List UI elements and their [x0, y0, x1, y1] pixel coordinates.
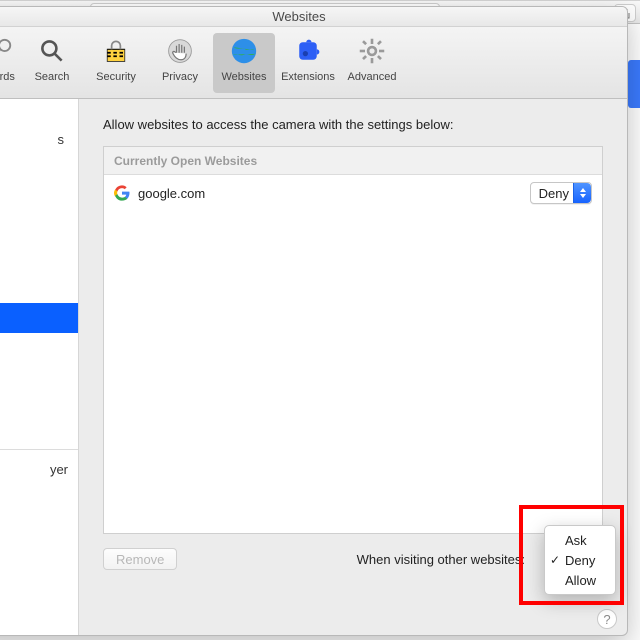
puzzle-icon: [292, 35, 324, 67]
preferences-toolbar: Passwords Search Security Privacy: [0, 27, 627, 99]
panel-heading: Allow websites to access the camera with…: [103, 117, 603, 132]
tab-passwords[interactable]: Passwords: [0, 33, 19, 93]
google-favicon-icon: [114, 185, 130, 201]
window-title: Websites: [272, 9, 325, 24]
websites-list: Currently Open Websites google.com Deny: [103, 146, 603, 534]
tab-security[interactable]: Security: [85, 33, 147, 93]
gear-icon: [356, 35, 388, 67]
lock-stripes-icon: [100, 35, 132, 67]
chevron-updown-icon: [573, 183, 591, 203]
policy-dropdown-menu: Ask Deny Allow: [544, 525, 616, 595]
tab-extensions[interactable]: Extensions: [277, 33, 339, 93]
settings-sidebar: s yer: [0, 99, 79, 635]
sidebar-item[interactable]: s: [0, 125, 78, 153]
site-policy-select[interactable]: Deny: [530, 182, 592, 204]
sidebar-item-selected[interactable]: [0, 303, 78, 333]
sidebar-item[interactable]: yer: [0, 449, 78, 483]
menu-item-ask[interactable]: Ask: [545, 530, 615, 550]
globe-icon: [228, 35, 260, 67]
hand-stop-icon: [164, 35, 196, 67]
site-name: google.com: [138, 186, 530, 201]
help-button[interactable]: ?: [597, 609, 617, 629]
tab-privacy[interactable]: Privacy: [149, 33, 211, 93]
window-titlebar: Websites: [0, 7, 627, 27]
tab-advanced[interactable]: Advanced: [341, 33, 403, 93]
remove-button[interactable]: Remove: [103, 548, 177, 570]
background-panel-edge: [628, 60, 640, 108]
bottom-controls: Remove When visiting other websites: Den…: [103, 548, 603, 570]
key-icon: [0, 35, 15, 67]
preferences-window: Websites Passwords Search Security: [0, 6, 628, 636]
list-header: Currently Open Websites: [104, 147, 602, 175]
list-item[interactable]: google.com Deny: [104, 175, 602, 211]
tab-websites[interactable]: Websites: [213, 33, 275, 93]
menu-item-allow[interactable]: Allow: [545, 570, 615, 590]
menu-item-deny[interactable]: Deny: [545, 550, 615, 570]
tab-search[interactable]: Search: [21, 33, 83, 93]
search-icon: [36, 35, 68, 67]
other-websites-label: When visiting other websites:: [357, 552, 525, 567]
